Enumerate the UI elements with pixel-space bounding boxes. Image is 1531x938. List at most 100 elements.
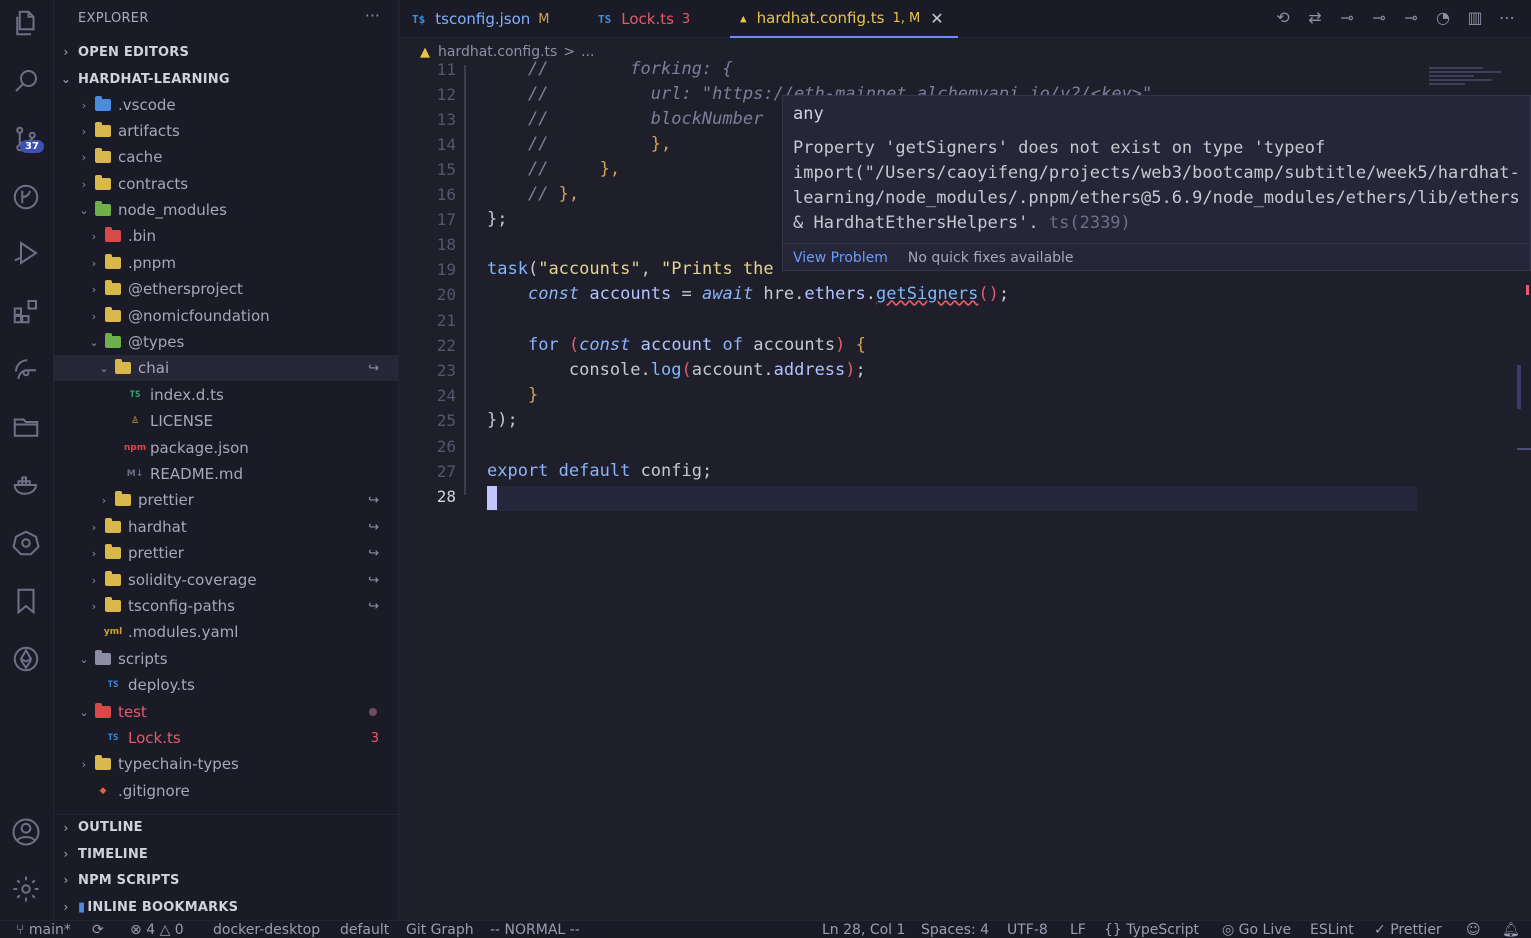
cursor-position[interactable]: Ln 28, Col 1 — [822, 922, 905, 938]
tree-item-bin[interactable]: › .bin — [54, 223, 398, 249]
view-problem-link[interactable]: View Problem — [793, 250, 888, 266]
tree-item-typechain-types[interactable]: › typechain-types — [54, 751, 398, 777]
project-manager-icon[interactable] — [9, 410, 43, 444]
timeline-icon[interactable]: ◔ — [1433, 8, 1453, 27]
docker-icon[interactable] — [9, 468, 43, 502]
outline-section[interactable]: › OUTLINE — [54, 814, 398, 840]
tree-item-modules-yaml[interactable]: yml .modules.yaml — [54, 619, 398, 645]
minimap-line — [1429, 71, 1501, 73]
tree-item-package-json[interactable]: npm package.json — [54, 435, 398, 461]
search-icon[interactable] — [9, 64, 43, 98]
code-line: // forking: { — [487, 59, 733, 79]
extensions-icon[interactable] — [9, 294, 43, 328]
branch-indicator[interactable]: ⑂ main* — [16, 922, 71, 938]
tree-item-hardhat[interactable]: › hardhat ↪ — [54, 514, 398, 540]
language-mode[interactable]: {} TypeScript — [1104, 922, 1199, 938]
git-branch-icon: ⑂ — [16, 922, 29, 938]
problems-indicator[interactable]: ⊗ 4 △ 0 — [130, 922, 184, 938]
tree-item-types[interactable]: ⌄ @types — [54, 329, 398, 355]
chevron-down-icon: ⌄ — [79, 705, 89, 719]
minimap-line — [1429, 67, 1483, 69]
tree-item-solidity-coverage[interactable]: › solidity-coverage ↪ — [54, 567, 398, 593]
folder-icon — [104, 597, 122, 613]
tree-item-artifacts[interactable]: › artifacts — [54, 118, 398, 144]
tree-item-label: .vscode — [118, 96, 176, 114]
inline-bookmarks-section[interactable]: › ▮ INLINE BOOKMARKS — [54, 894, 398, 920]
eslint-status[interactable]: ESLint — [1310, 922, 1354, 938]
tree-item-label: .pnpm — [128, 254, 176, 272]
code-line: const accounts = await hre.ethers.getSig… — [527, 284, 1010, 304]
tree-item-ethersproject[interactable]: › @ethersproject — [54, 276, 398, 302]
run-debug-icon[interactable] — [9, 236, 43, 270]
compare-changes-icon[interactable]: ⇄ — [1305, 8, 1325, 27]
tree-item-pnpm[interactable]: › .pnpm — [54, 250, 398, 276]
status-bar: ⑂ main* ⟳ ⊗ 4 △ 0 docker-desktop default… — [0, 920, 1531, 938]
timeline-section[interactable]: › TIMELINE — [54, 841, 398, 867]
tab-tsconfig-json[interactable]: T$ tsconfig.json M — [412, 0, 550, 38]
tree-item-node-modules[interactable]: ⌄ node_modules — [54, 197, 398, 223]
notifications-bell-icon[interactable]: 🔔︎ — [1502, 922, 1520, 938]
tree-item-scripts[interactable]: ⌄ scripts — [54, 646, 398, 672]
close-icon[interactable]: ✕ — [930, 9, 943, 28]
tab-hardhat-config-ts[interactable]: ▲ hardhat.config.ts 1, M ✕ — [730, 0, 958, 38]
tree-item-label: .bin — [128, 227, 156, 245]
chevron-right-icon: › — [91, 309, 97, 323]
open-editors-section[interactable]: › OPEN EDITORS — [54, 39, 398, 65]
previous-change-icon[interactable]: ⊸ — [1369, 8, 1389, 27]
tree-item-contracts[interactable]: › contracts — [54, 171, 398, 197]
next-change-icon[interactable]: ⊸ — [1401, 8, 1421, 27]
tree-item-gitignore[interactable]: ◆ .gitignore — [54, 778, 398, 804]
chevron-down-icon: ⌄ — [79, 203, 89, 217]
tree-item-index-d-ts[interactable]: TS index.d.ts — [54, 382, 398, 408]
tree-item-label: deploy.ts — [128, 676, 195, 694]
section-label: NPM SCRIPTS — [78, 872, 180, 888]
go-live-button[interactable]: ◎ Go Live — [1222, 922, 1291, 938]
feedback-icon[interactable]: ☺ — [1466, 922, 1481, 938]
more-actions-icon[interactable]: ⋯ — [1497, 8, 1517, 27]
git-graph-icon[interactable] — [9, 180, 43, 214]
end-of-line[interactable]: LF — [1070, 922, 1086, 938]
kubernetes-icon[interactable] — [9, 526, 43, 560]
docker-context[interactable]: docker-desktop — [213, 922, 320, 938]
explorer-icon[interactable] — [9, 6, 43, 40]
tree-item-test[interactable]: ⌄ test — [54, 699, 398, 725]
account-icon[interactable] — [9, 815, 43, 849]
indentation[interactable]: Spaces: 4 — [921, 922, 989, 938]
tree-item-deploy-ts[interactable]: TS deploy.ts — [54, 672, 398, 698]
line-number: 25 — [436, 411, 456, 430]
tree-item-prettier[interactable]: › prettier ↪ — [54, 540, 398, 566]
sync-icon[interactable]: ⟳ — [92, 922, 104, 938]
language-label: TypeScript — [1126, 922, 1200, 938]
ethereum-icon[interactable] — [9, 642, 43, 676]
tree-item-chai[interactable]: ⌄ chai ↪ — [54, 355, 398, 381]
tree-item-tsconfig-paths[interactable]: › tsconfig-paths ↪ — [54, 593, 398, 619]
encoding[interactable]: UTF-8 — [1007, 922, 1048, 938]
scrollbar-thumb[interactable] — [1517, 365, 1521, 409]
tree-item-label: @nomicfoundation — [128, 307, 270, 325]
git-graph-button[interactable]: Git Graph — [406, 922, 474, 938]
tree-item-license[interactable]: ♙ LICENSE — [54, 408, 398, 434]
more-actions-icon[interactable]: ··· — [365, 6, 380, 25]
tree-item-vscode[interactable]: › .vscode — [54, 92, 398, 118]
bookmark-icon[interactable] — [9, 584, 43, 618]
settings-gear-icon[interactable] — [9, 872, 43, 906]
editor-actions: ⟲ ⇄ ⊸ ⊸ ⊸ ◔ ▥ ⋯ — [1273, 8, 1517, 27]
breadcrumb-symbol[interactable]: ... — [581, 44, 594, 60]
tree-item-lock-ts[interactable]: TS Lock.ts 3 — [54, 725, 398, 751]
typescript-config-icon: T$ — [412, 12, 426, 26]
tree-item-nomicfoundation[interactable]: › @nomicfoundation — [54, 303, 398, 329]
split-editor-icon[interactable]: ▥ — [1465, 8, 1485, 27]
tree-item-prettier-nested[interactable]: › prettier ↪ — [54, 487, 398, 513]
npm-scripts-section[interactable]: › NPM SCRIPTS — [54, 867, 398, 893]
git-commit-icon[interactable]: ⊸ — [1337, 8, 1357, 27]
breadcrumb-separator: > — [563, 44, 576, 60]
project-section[interactable]: ⌄ HARDHAT-LEARNING — [54, 66, 398, 92]
tree-item-readme[interactable]: M↓ README.md — [54, 461, 398, 487]
prettier-status[interactable]: ✓ Prettier — [1374, 922, 1442, 938]
tab-lock-ts[interactable]: TS Lock.ts 3 — [598, 0, 690, 38]
k8s-namespace[interactable]: default — [340, 922, 389, 938]
remote-explorer-icon[interactable] — [9, 352, 43, 386]
breadcrumb-file[interactable]: hardhat.config.ts — [438, 44, 557, 60]
tree-item-cache[interactable]: › cache — [54, 144, 398, 170]
history-icon[interactable]: ⟲ — [1273, 8, 1293, 27]
